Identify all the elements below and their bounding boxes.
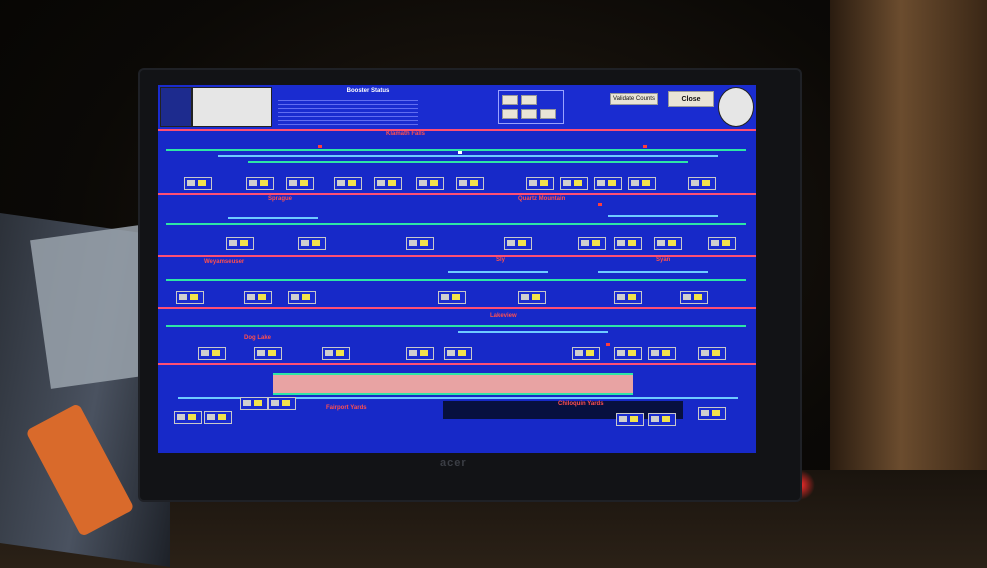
club-logo-icon [718,87,754,127]
section-title-syan: Syan [656,257,671,263]
close-button[interactable]: Close [668,91,714,107]
control-panel[interactable] [698,347,726,360]
signal-red [598,203,602,206]
track-weyam-main [166,279,746,281]
section-title-klamath: Klamath Falls [386,131,426,137]
section-title-quartz: Quartz Mountain [518,196,566,202]
control-panel[interactable] [406,347,434,360]
section-title-lakeview: Lakeview [490,313,517,319]
control-panel[interactable] [614,291,642,304]
booster-status-table [278,97,418,125]
control-panel[interactable] [246,177,274,190]
control-panel[interactable] [578,237,606,250]
control-panel[interactable] [504,237,532,250]
control-panel[interactable] [374,177,402,190]
mode-button-4[interactable] [521,109,537,119]
divider-sprague-top [158,193,756,195]
track-klamath-main [166,149,746,151]
control-panel[interactable] [614,347,642,360]
track-sly-siding [448,271,548,273]
divider-yards-top [158,363,756,365]
control-panel[interactable] [526,177,554,190]
control-panel[interactable] [456,177,484,190]
control-panel[interactable] [198,347,226,360]
control-panel[interactable] [254,347,282,360]
track-klamath-siding-2 [248,161,688,163]
control-panel[interactable] [226,237,254,250]
yard-track-block [273,373,633,395]
control-panel[interactable] [648,347,676,360]
museum-logo-icon [192,87,272,127]
booster-status-title: Booster Status [346,88,390,94]
control-panel[interactable] [240,397,268,410]
section-title-sly: Sly [496,257,506,263]
control-panel[interactable] [406,237,434,250]
yard-label-fairport: Fairport Yards [326,405,367,411]
control-panel[interactable] [286,177,314,190]
control-panel[interactable] [184,177,212,190]
signal-red [318,145,322,148]
control-panel[interactable] [594,177,622,190]
signal-red [643,145,647,148]
signal-white [458,151,462,154]
mode-button-3[interactable] [502,109,518,119]
control-panel[interactable] [616,413,644,426]
line-mode-box [498,90,564,124]
railroad-logo-icon [160,87,192,127]
divider-lakeview-top [158,307,756,309]
signal-red [606,343,610,346]
control-panel[interactable] [614,237,642,250]
control-panel[interactable] [648,413,676,426]
control-panel[interactable] [560,177,588,190]
control-panel[interactable] [708,237,736,250]
mode-button-5[interactable] [540,109,556,119]
control-panel[interactable] [518,291,546,304]
track-sprague-main [166,223,746,225]
track-syan-siding [598,271,708,273]
control-panel[interactable] [174,411,202,424]
validate-counts-button[interactable]: Validate Counts [610,93,658,105]
mode-button-2[interactable] [521,95,537,105]
section-title-sprague: Sprague [268,196,293,202]
control-panel[interactable] [698,407,726,420]
control-panel[interactable] [288,291,316,304]
control-panel[interactable] [322,347,350,360]
control-panel[interactable] [444,347,472,360]
control-panel[interactable] [298,237,326,250]
section-title-weyam: Weyamseuser [204,259,245,265]
monitor-brand: acer [440,457,467,469]
mode-button-1[interactable] [502,95,518,105]
divider-klamath-top [158,129,756,131]
control-panel[interactable] [204,411,232,424]
yard-label-chiloquin: Chiloquin Yards [558,401,604,407]
track-lakeview-main [166,325,746,327]
track-sprague-siding [228,217,318,219]
control-panel[interactable] [176,291,204,304]
control-panel[interactable] [572,347,600,360]
track-lakeview-siding [458,331,608,333]
control-panel[interactable] [628,177,656,190]
section-title-doglake: Dog Lake [244,335,272,341]
track-klamath-siding [218,155,718,157]
control-panel[interactable] [334,177,362,190]
track-quartz-siding [608,215,718,217]
control-panel[interactable] [680,291,708,304]
layout-screen: Booster Status Validate Counts Close Kla… [158,85,756,453]
control-panel[interactable] [244,291,272,304]
control-panel[interactable] [654,237,682,250]
control-panel[interactable] [268,397,296,410]
control-panel[interactable] [438,291,466,304]
control-panel[interactable] [416,177,444,190]
control-panel[interactable] [688,177,716,190]
